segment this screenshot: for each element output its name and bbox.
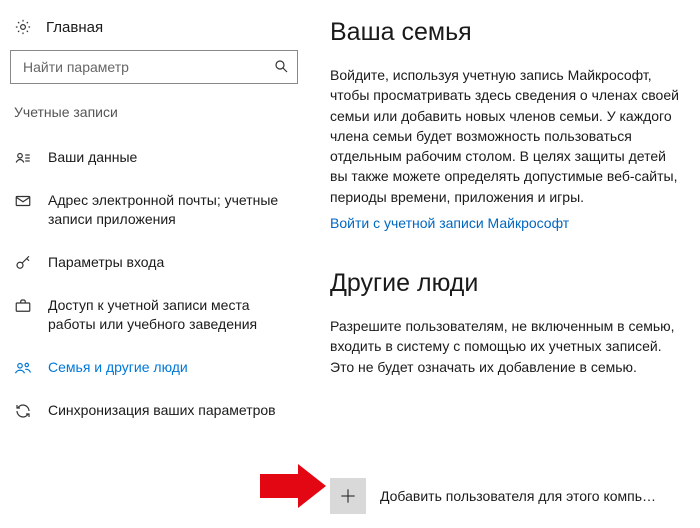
sync-icon <box>14 402 32 420</box>
sidebar-item-label: Параметры входа <box>48 253 294 272</box>
family-heading: Ваша семья <box>330 18 682 47</box>
search-icon <box>273 58 289 77</box>
gear-icon <box>14 18 32 36</box>
signin-link[interactable]: Войти с учетной записи Майкрософт <box>330 215 569 231</box>
settings-sidebar: Главная Учетные записи Ваши данные <box>0 0 308 528</box>
person-card-icon <box>14 149 32 167</box>
family-description: Войдите, используя учетную запись Майкро… <box>330 65 682 207</box>
home-nav[interactable]: Главная <box>10 18 298 50</box>
sidebar-item-your-info[interactable]: Ваши данные <box>10 136 298 179</box>
plus-icon <box>330 478 366 514</box>
sidebar-item-email-accounts[interactable]: Адрес электронной почты; учетные записи … <box>10 179 298 241</box>
key-icon <box>14 254 32 272</box>
sidebar-item-label: Семья и другие люди <box>48 358 294 377</box>
add-user-button[interactable]: Добавить пользователя для этого компь… <box>330 478 682 514</box>
sidebar-item-label: Ваши данные <box>48 148 294 167</box>
settings-content: Ваша семья Войдите, используя учетную за… <box>308 0 700 528</box>
search-box[interactable] <box>10 50 298 84</box>
other-people-description: Разрешите пользователям, не включенным в… <box>330 316 682 377</box>
sidebar-item-sync[interactable]: Синхронизация ваших параметров <box>10 389 298 432</box>
people-icon <box>14 359 32 377</box>
home-label: Главная <box>46 19 103 36</box>
add-user-label: Добавить пользователя для этого компь… <box>380 488 682 504</box>
sidebar-item-work-access[interactable]: Доступ к учетной записи места работы или… <box>10 284 298 346</box>
sidebar-item-label: Адрес электронной почты; учетные записи … <box>48 191 294 229</box>
sidebar-section-title: Учетные записи <box>10 102 298 136</box>
briefcase-icon <box>14 297 32 315</box>
callout-arrow-icon <box>260 464 326 508</box>
sidebar-item-signin-options[interactable]: Параметры входа <box>10 241 298 284</box>
sidebar-item-label: Синхронизация ваших параметров <box>48 401 294 420</box>
sidebar-item-family[interactable]: Семья и другие люди <box>10 346 298 389</box>
search-input[interactable] <box>21 58 273 76</box>
mail-icon <box>14 192 32 210</box>
sidebar-item-label: Доступ к учетной записи места работы или… <box>48 296 294 334</box>
other-people-heading: Другие люди <box>330 269 682 298</box>
